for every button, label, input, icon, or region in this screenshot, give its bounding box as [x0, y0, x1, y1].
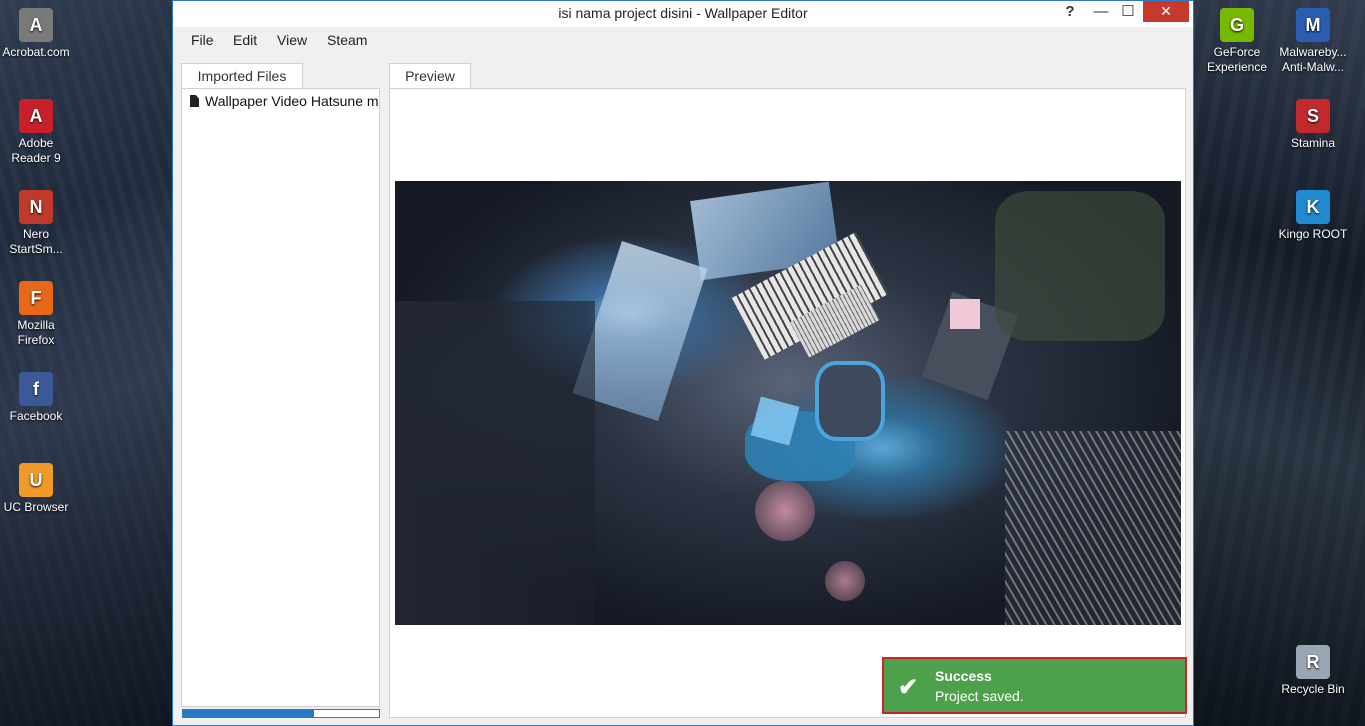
desktop-icon-acrobat-com[interactable]: A Acrobat.com: [0, 8, 74, 60]
app-icon: f: [19, 372, 53, 406]
menu-edit[interactable]: Edit: [233, 32, 257, 48]
app-icon: A: [19, 8, 53, 42]
title-bar[interactable]: isi nama project disini - Wallpaper Edit…: [173, 1, 1193, 27]
desktop-icon-label: Adobe Reader 9: [11, 136, 61, 165]
wallpaper-editor-window: isi nama project disini - Wallpaper Edit…: [172, 0, 1194, 726]
help-button[interactable]: ?: [1056, 1, 1084, 22]
desktop-icon-stamina[interactable]: S Stamina: [1275, 99, 1351, 151]
menu-file[interactable]: File: [191, 32, 214, 48]
desktop-icon-label: GeForce Experience: [1206, 45, 1268, 74]
tab-preview[interactable]: Preview: [389, 63, 471, 89]
menu-view[interactable]: View: [277, 32, 307, 48]
file-icon: [190, 95, 199, 107]
app-icon: S: [1296, 99, 1330, 133]
app-icon: M: [1296, 8, 1330, 42]
file-name: Wallpaper Video Hatsune m: [205, 93, 379, 109]
menu-bar: File Edit View Steam: [173, 27, 1193, 53]
toast-title: Success: [935, 668, 992, 684]
maximize-button[interactable]: ☐: [1114, 1, 1142, 22]
close-button[interactable]: ✕: [1143, 1, 1189, 22]
desktop-icon-label: Kingo ROOT: [1278, 227, 1348, 241]
tab-imported-files[interactable]: Imported Files: [181, 63, 303, 89]
desktop-icon-label: Recycle Bin: [1281, 682, 1345, 696]
window-title: isi nama project disini - Wallpaper Edit…: [558, 5, 808, 21]
desktop-icon-label: Malwareby... Anti-Malw...: [1279, 45, 1347, 74]
desktop-icon-geforce-experience[interactable]: G GeForce Experience: [1199, 8, 1275, 75]
imported-files-panel: Wallpaper Video Hatsune m: [181, 88, 380, 707]
import-progress-bar: [182, 709, 380, 718]
check-icon: ✔: [898, 674, 919, 701]
desktop-icon-label: Stamina: [1290, 136, 1336, 150]
app-icon: A: [19, 99, 53, 133]
desktop-icon-label: Facebook: [9, 409, 63, 423]
desktop-icon-adobe-reader-9[interactable]: A Adobe Reader 9: [0, 99, 74, 166]
progress-fill: [183, 710, 315, 717]
desktop-icon-label: Nero StartSm...: [9, 227, 63, 256]
desktop-icon-facebook[interactable]: f Facebook: [0, 372, 74, 424]
desktop-icon-uc-browser[interactable]: U UC Browser: [0, 463, 74, 515]
desktop-icon-malwareby-anti-malw[interactable]: M Malwareby... Anti-Malw...: [1275, 8, 1351, 75]
desktop-icon-nero-startsm[interactable]: N Nero StartSm...: [0, 190, 74, 257]
list-item[interactable]: Wallpaper Video Hatsune m: [190, 93, 380, 109]
toast-message: Project saved.: [935, 688, 1024, 704]
app-icon: R: [1296, 645, 1330, 679]
app-icon: N: [19, 190, 53, 224]
desktop-icon-label: Acrobat.com: [2, 45, 70, 59]
app-icon: G: [1220, 8, 1254, 42]
desktop-icon-mozilla-firefox[interactable]: F Mozilla Firefox: [0, 281, 74, 348]
desktop-icon-recycle-bin[interactable]: R Recycle Bin: [1275, 645, 1351, 697]
app-icon: U: [19, 463, 53, 497]
success-toast[interactable]: ✔ Success Project saved.: [882, 657, 1187, 714]
app-icon: K: [1296, 190, 1330, 224]
desktop-icon-label: Mozilla Firefox: [17, 318, 55, 347]
minimize-button[interactable]: —: [1087, 1, 1115, 22]
desktop-icon-label: UC Browser: [3, 500, 69, 514]
preview-image: [395, 181, 1181, 625]
app-icon: F: [19, 281, 53, 315]
desktop-icon-kingo-root[interactable]: K Kingo ROOT: [1275, 190, 1351, 242]
menu-steam[interactable]: Steam: [327, 32, 367, 48]
